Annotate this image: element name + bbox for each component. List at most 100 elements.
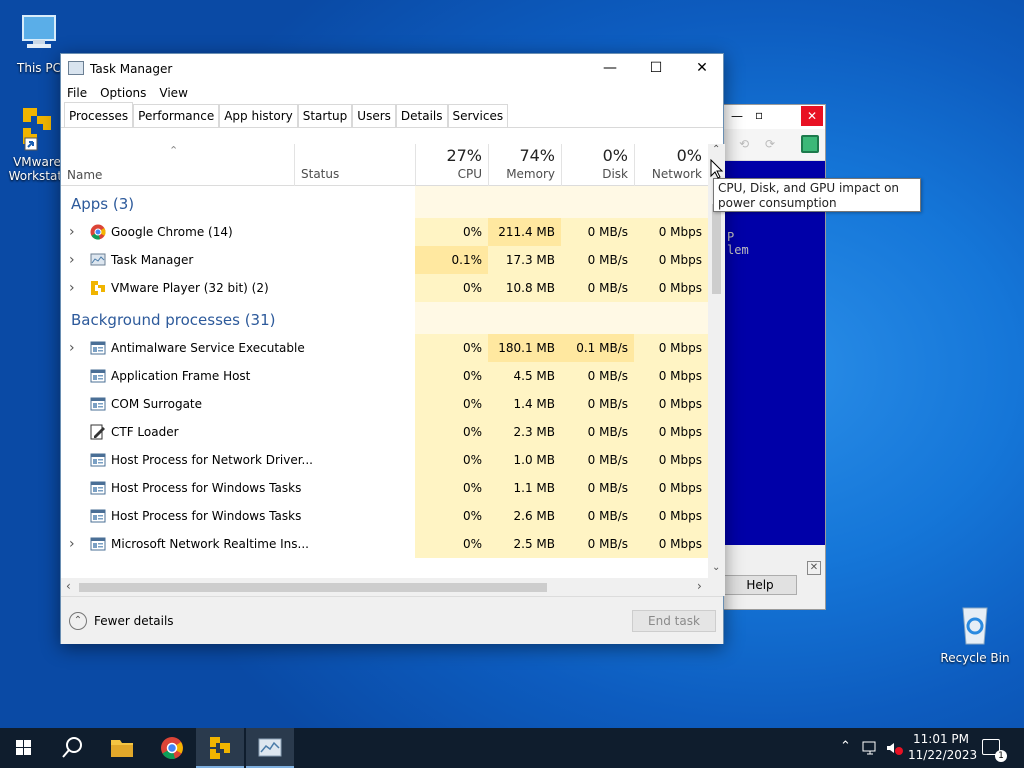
cell-cpu: 0% <box>415 530 488 558</box>
close-icon[interactable]: ✕ <box>679 54 725 83</box>
desktop-icon-label: Recycle Bin <box>940 651 1010 665</box>
taskbar-file-explorer[interactable] <box>98 728 146 768</box>
volume-muted-icon[interactable] <box>885 740 903 756</box>
col-cpu-header[interactable]: 27% CPU <box>415 144 488 186</box>
menu-options[interactable]: Options <box>100 83 153 104</box>
fewer-details-button[interactable]: Fewer details <box>94 614 174 628</box>
close-small-icon[interactable]: ✕ <box>807 561 821 575</box>
process-row[interactable]: › Microsoft Network Realtime Ins... 0% 2.5 … <box>61 530 708 558</box>
horizontal-scrollbar[interactable]: ‹ › <box>61 578 725 596</box>
scroll-thumb-horizontal[interactable] <box>79 583 547 592</box>
scroll-left-icon[interactable]: ‹ <box>66 579 71 593</box>
tab-processes[interactable]: Processes <box>64 102 134 127</box>
disk-percent: 0% <box>602 146 628 165</box>
maximize-icon[interactable]: ☐ <box>633 54 679 83</box>
tab-services[interactable]: Services <box>447 104 509 127</box>
cell-memory: 2.5 MB <box>488 530 561 558</box>
group-header[interactable]: Background processes (31) <box>61 302 708 334</box>
group-title: Apps (3) <box>71 195 135 213</box>
cell-network: 0 Mbps <box>634 446 708 474</box>
process-row[interactable]: › Google Chrome (14) 0% 211.4 MB 0 MB/s 0 Mbp… <box>61 218 708 246</box>
cell-network: 0 Mbps <box>634 218 708 246</box>
taskbar-chrome[interactable] <box>148 728 196 768</box>
process-name: CTF Loader <box>111 425 179 439</box>
cell-network: 0 Mbps <box>634 530 708 558</box>
expand-chevron-icon[interactable]: › <box>69 530 75 558</box>
scroll-up-icon[interactable]: ⌃ <box>712 144 720 155</box>
process-row[interactable]: › Antimalware Service Executable 0% 180.1 M… <box>61 334 708 362</box>
help-button[interactable]: Help <box>723 575 797 595</box>
desktop-icon-recycle-bin[interactable]: Recycle Bin <box>940 600 1010 665</box>
process-row[interactable]: › VMware Player (32 bit) (2) 0% 10.8 MB 0 MB… <box>61 274 708 302</box>
col-status-header[interactable]: Status <box>294 144 415 186</box>
heat-cell <box>561 186 634 218</box>
process-row[interactable]: › Task Manager 0.1% 17.3 MB 0 MB/s 0 Mbps <box>61 246 708 274</box>
group-header[interactable]: Apps (3) <box>61 186 708 218</box>
process-row[interactable]: Host Process for Windows Tasks 0% 2.6 MB 0 … <box>61 502 708 530</box>
search-button[interactable] <box>48 728 96 768</box>
ctf-icon <box>90 424 106 440</box>
tab-performance[interactable]: Performance <box>133 104 220 127</box>
heat-cell <box>488 186 561 218</box>
cell-disk: 0 MB/s <box>561 218 634 246</box>
network-icon[interactable] <box>862 740 880 756</box>
start-button[interactable] <box>0 728 48 768</box>
process-row[interactable]: Application Frame Host 0% 4.5 MB 0 MB/s 0 Mb… <box>61 362 708 390</box>
menu-file[interactable]: File <box>67 83 94 104</box>
cell-memory: 1.4 MB <box>488 390 561 418</box>
taskbar-task-manager[interactable] <box>246 728 294 768</box>
windows-icon <box>16 740 31 755</box>
process-list[interactable]: Apps (3) › Google Chrome (14) 0% 211.4 MB 0 M… <box>61 186 708 578</box>
cell-cpu: 0.1% <box>415 246 488 274</box>
expand-chevron-icon[interactable]: › <box>69 334 75 362</box>
process-row[interactable]: CTF Loader 0% 2.3 MB 0 MB/s 0 Mbps <box>61 418 708 446</box>
tab-startup[interactable]: Startup <box>297 104 353 127</box>
minimize-icon[interactable]: — <box>731 109 743 123</box>
cell-memory: 2.6 MB <box>488 502 561 530</box>
cell-cpu: 0% <box>415 334 488 362</box>
tab-users[interactable]: Users <box>352 104 396 127</box>
chrome-icon <box>90 224 106 240</box>
task-manager-window[interactable]: Task Manager — ☐ ✕ File Options View Pro… <box>60 53 725 644</box>
maximize-icon[interactable]: ▫ <box>755 108 763 122</box>
titlebar[interactable]: Task Manager — ☐ ✕ <box>61 54 723 83</box>
tab-app-history[interactable]: App history <box>219 104 298 127</box>
heat-cell <box>634 186 708 218</box>
menu-view[interactable]: View <box>159 83 194 104</box>
cell-memory: 2.3 MB <box>488 418 561 446</box>
folder-icon <box>111 740 133 757</box>
col-memory: Memory <box>506 167 555 181</box>
cell-cpu: 0% <box>415 218 488 246</box>
process-row[interactable]: COM Surrogate 0% 1.4 MB 0 MB/s 0 Mbps <box>61 390 708 418</box>
back-icon[interactable]: ⟲ <box>739 137 749 151</box>
chevron-up-icon[interactable]: ⌃ <box>840 739 851 754</box>
col-disk-header[interactable]: 0% Disk <box>561 144 634 186</box>
cell-disk: 0 MB/s <box>561 390 634 418</box>
cell-cpu: 0% <box>415 446 488 474</box>
expand-chevron-icon[interactable]: › <box>69 246 75 274</box>
scroll-down-icon[interactable]: ⌄ <box>712 562 720 573</box>
cell-memory: 1.1 MB <box>488 474 561 502</box>
sort-up-icon[interactable]: ⌃ <box>169 144 178 157</box>
end-task-button[interactable]: End task <box>632 610 716 632</box>
expand-chevron-icon[interactable]: › <box>69 218 75 246</box>
expand-chevron-icon[interactable]: › <box>69 274 75 302</box>
forward-icon[interactable]: ⟳ <box>765 137 775 151</box>
col-memory-header[interactable]: 74% Memory <box>488 144 561 186</box>
heat-cell <box>634 302 708 334</box>
clock[interactable]: 11:01 PM 11/22/2023 <box>908 732 977 762</box>
tab-details[interactable]: Details <box>395 104 448 127</box>
col-cpu: CPU <box>457 167 482 181</box>
scroll-right-icon[interactable]: › <box>697 579 702 593</box>
col-network-header[interactable]: 0% Network <box>634 144 708 186</box>
minimize-icon[interactable]: — <box>587 54 633 83</box>
taskbar-vmware[interactable] <box>196 728 244 768</box>
col-name[interactable]: Name <box>67 168 102 182</box>
scroll-thumb[interactable] <box>712 204 721 294</box>
note-icon[interactable] <box>801 135 819 153</box>
process-row[interactable]: Host Process for Windows Tasks 0% 1.1 MB 0 … <box>61 474 708 502</box>
chevron-up-icon[interactable]: ⌃ <box>69 612 87 630</box>
process-name: COM Surrogate <box>111 397 203 411</box>
process-row[interactable]: Host Process for Network Driver... 0% 1.0 … <box>61 446 708 474</box>
close-icon[interactable]: ✕ <box>801 106 823 126</box>
